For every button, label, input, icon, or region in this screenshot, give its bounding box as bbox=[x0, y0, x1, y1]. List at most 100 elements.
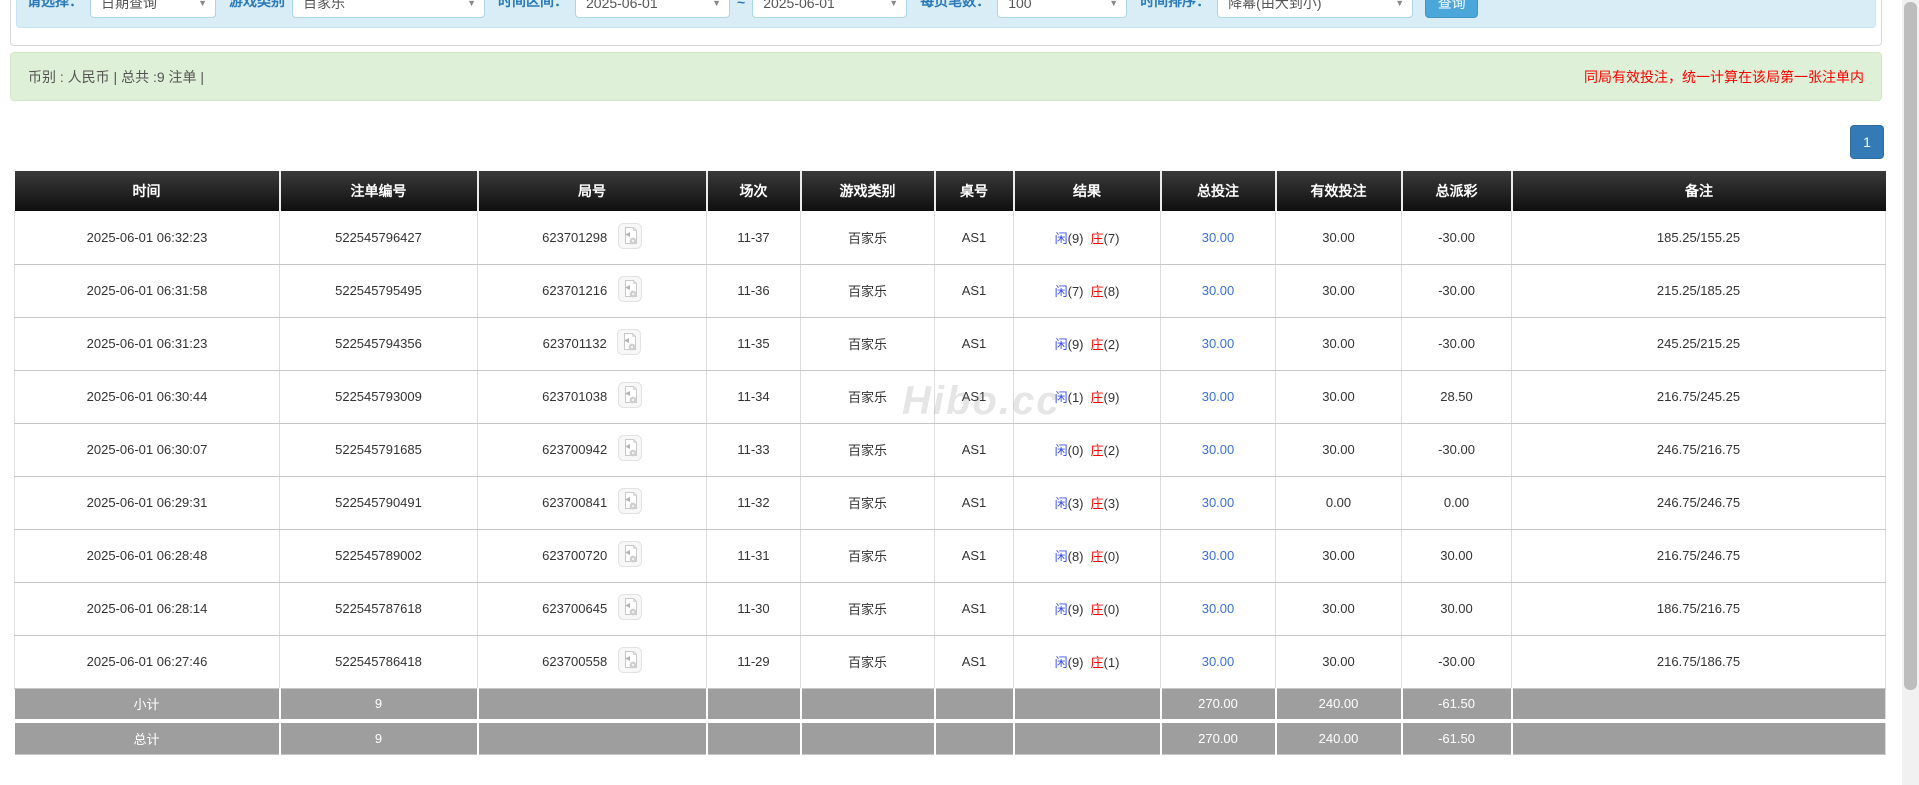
time-cell: 2025-06-01 06:28:14 bbox=[15, 582, 280, 635]
total-bet-link[interactable]: 30.00 bbox=[1202, 336, 1235, 351]
scrollbar-thumb[interactable] bbox=[1904, 2, 1917, 690]
table-no-cell: AS1 bbox=[935, 264, 1014, 317]
banker-points: (8) bbox=[1104, 284, 1120, 299]
game-type-cell: 百家乐 bbox=[801, 370, 935, 423]
total-bet-link[interactable]: 30.00 bbox=[1202, 601, 1235, 616]
col-header-valid-bet: 有效投注 bbox=[1276, 171, 1402, 211]
total-bet-link[interactable]: 30.00 bbox=[1202, 389, 1235, 404]
game-type-cell: 百家乐 bbox=[801, 476, 935, 529]
player-result: 闲 bbox=[1055, 337, 1068, 352]
date-to-select[interactable]: 2025-06-01 ▼ bbox=[752, 0, 907, 18]
session-cell: 11-35 bbox=[707, 317, 801, 370]
subtotal-row: 小计 9 270.00 240.00 -61.50 bbox=[15, 688, 1886, 721]
player-points: (9) bbox=[1068, 231, 1084, 246]
payout-cell: 28.50 bbox=[1402, 370, 1512, 423]
result-cell: 闲(0)庄(2) bbox=[1014, 423, 1161, 476]
player-points: (9) bbox=[1068, 602, 1084, 617]
total-bet-cell: 30.00 bbox=[1161, 635, 1276, 688]
page-button-1[interactable]: 1 bbox=[1850, 125, 1884, 159]
col-header-bet-id: 注单编号 bbox=[280, 171, 478, 211]
banker-result: 庄 bbox=[1091, 231, 1104, 246]
page-size-value: 100 bbox=[1008, 0, 1031, 11]
time-range-label: 时间区间： bbox=[498, 0, 568, 18]
player-points: (9) bbox=[1068, 655, 1084, 670]
table-row: 2025-06-01 06:30:07 522545791685 6237009… bbox=[15, 423, 1886, 476]
video-replay-icon[interactable] bbox=[617, 329, 641, 358]
time-cell: 2025-06-01 06:31:23 bbox=[15, 317, 280, 370]
total-bet-link[interactable]: 30.00 bbox=[1202, 230, 1235, 245]
date-from-value: 2025-06-01 bbox=[586, 0, 658, 11]
total-bet-link[interactable]: 30.00 bbox=[1202, 654, 1235, 669]
player-points: (8) bbox=[1068, 549, 1084, 564]
remark-cell: 216.75/186.75 bbox=[1512, 635, 1886, 688]
total-bet-link[interactable]: 30.00 bbox=[1202, 548, 1235, 563]
video-replay-icon[interactable] bbox=[618, 541, 642, 570]
game-type-select[interactable]: 百家乐 ▼ bbox=[292, 0, 485, 18]
player-result: 闲 bbox=[1055, 231, 1068, 246]
session-cell: 11-30 bbox=[707, 582, 801, 635]
banker-points: (0) bbox=[1104, 602, 1120, 617]
banker-result: 庄 bbox=[1091, 443, 1104, 458]
player-result: 闲 bbox=[1055, 390, 1068, 405]
bet-id-cell: 522545795495 bbox=[280, 264, 478, 317]
valid-bet-cell: 30.00 bbox=[1276, 370, 1402, 423]
page-size-select[interactable]: 100 ▼ bbox=[997, 0, 1127, 18]
session-cell: 11-29 bbox=[707, 635, 801, 688]
table-row: 2025-06-01 06:31:58 522545795495 6237012… bbox=[15, 264, 1886, 317]
banker-result: 庄 bbox=[1091, 284, 1104, 299]
round-id: 623700720 bbox=[542, 548, 607, 563]
round-cell: 623701132 bbox=[478, 317, 707, 370]
total-bet-cell: 30.00 bbox=[1161, 423, 1276, 476]
col-header-session: 场次 bbox=[707, 171, 801, 211]
payout-cell: -30.00 bbox=[1402, 423, 1512, 476]
video-replay-icon[interactable] bbox=[618, 594, 642, 623]
col-header-round-id: 局号 bbox=[478, 171, 707, 211]
bet-records-table-wrap: Hibo.cc 时间 注单编号 局号 场次 游戏类别 桌号 结果 总投注 有效投… bbox=[14, 171, 1885, 755]
payout-cell: -30.00 bbox=[1402, 211, 1512, 264]
banker-points: (1) bbox=[1104, 655, 1120, 670]
time-sort-select[interactable]: 降幂(由大到小) ▼ bbox=[1217, 0, 1413, 18]
filter-bar: 请选择： 日期查询 ▼ 游戏类别 百家乐 ▼ 时间区间： 2025-06-01 … bbox=[16, 0, 1876, 28]
total-bet-cell: 30.00 bbox=[1161, 317, 1276, 370]
time-sort-label: 时间排序： bbox=[1140, 0, 1210, 18]
video-replay-icon[interactable] bbox=[618, 382, 642, 411]
remark-cell: 245.25/215.25 bbox=[1512, 317, 1886, 370]
time-cell: 2025-06-01 06:30:44 bbox=[15, 370, 280, 423]
video-replay-icon[interactable] bbox=[618, 276, 642, 305]
game-type-cell: 百家乐 bbox=[801, 423, 935, 476]
video-replay-icon[interactable] bbox=[618, 488, 642, 517]
video-replay-icon[interactable] bbox=[618, 435, 642, 464]
payout-cell: -30.00 bbox=[1402, 635, 1512, 688]
date-from-select[interactable]: 2025-06-01 ▼ bbox=[575, 0, 730, 18]
query-type-select[interactable]: 日期查询 ▼ bbox=[90, 0, 216, 18]
total-bet-link[interactable]: 30.00 bbox=[1202, 442, 1235, 457]
session-cell: 11-32 bbox=[707, 476, 801, 529]
result-cell: 闲(1)庄(9) bbox=[1014, 370, 1161, 423]
banker-result: 庄 bbox=[1091, 549, 1104, 564]
time-cell: 2025-06-01 06:32:23 bbox=[15, 211, 280, 264]
chevron-down-icon: ▼ bbox=[712, 0, 721, 8]
query-type-value: 日期查询 bbox=[101, 0, 157, 13]
bet-id-cell: 522545794356 bbox=[280, 317, 478, 370]
valid-bet-cell: 0.00 bbox=[1276, 476, 1402, 529]
search-button[interactable]: 查询 bbox=[1425, 0, 1478, 18]
round-cell: 623700558 bbox=[478, 635, 707, 688]
video-replay-icon[interactable] bbox=[618, 647, 642, 676]
valid-bet-cell: 30.00 bbox=[1276, 211, 1402, 264]
game-type-cell: 百家乐 bbox=[801, 635, 935, 688]
valid-bet-cell: 30.00 bbox=[1276, 317, 1402, 370]
table-no-cell: AS1 bbox=[935, 635, 1014, 688]
remark-cell: 185.25/155.25 bbox=[1512, 211, 1886, 264]
game-type-value: 百家乐 bbox=[303, 0, 345, 13]
bet-id-cell: 522545796427 bbox=[280, 211, 478, 264]
round-cell: 623701298 bbox=[478, 211, 707, 264]
valid-bet-cell: 30.00 bbox=[1276, 635, 1402, 688]
table-row: 2025-06-01 06:29:31 522545790491 6237008… bbox=[15, 476, 1886, 529]
total-bet-link[interactable]: 30.00 bbox=[1202, 495, 1235, 510]
notice-text: 同局有效投注，统一计算在该局第一张注单内 bbox=[1584, 67, 1864, 87]
total-bet-link[interactable]: 30.00 bbox=[1202, 283, 1235, 298]
player-result: 闲 bbox=[1055, 549, 1068, 564]
table-no-cell: AS1 bbox=[935, 423, 1014, 476]
bet-id-cell: 522545786418 bbox=[280, 635, 478, 688]
video-replay-icon[interactable] bbox=[618, 223, 642, 252]
